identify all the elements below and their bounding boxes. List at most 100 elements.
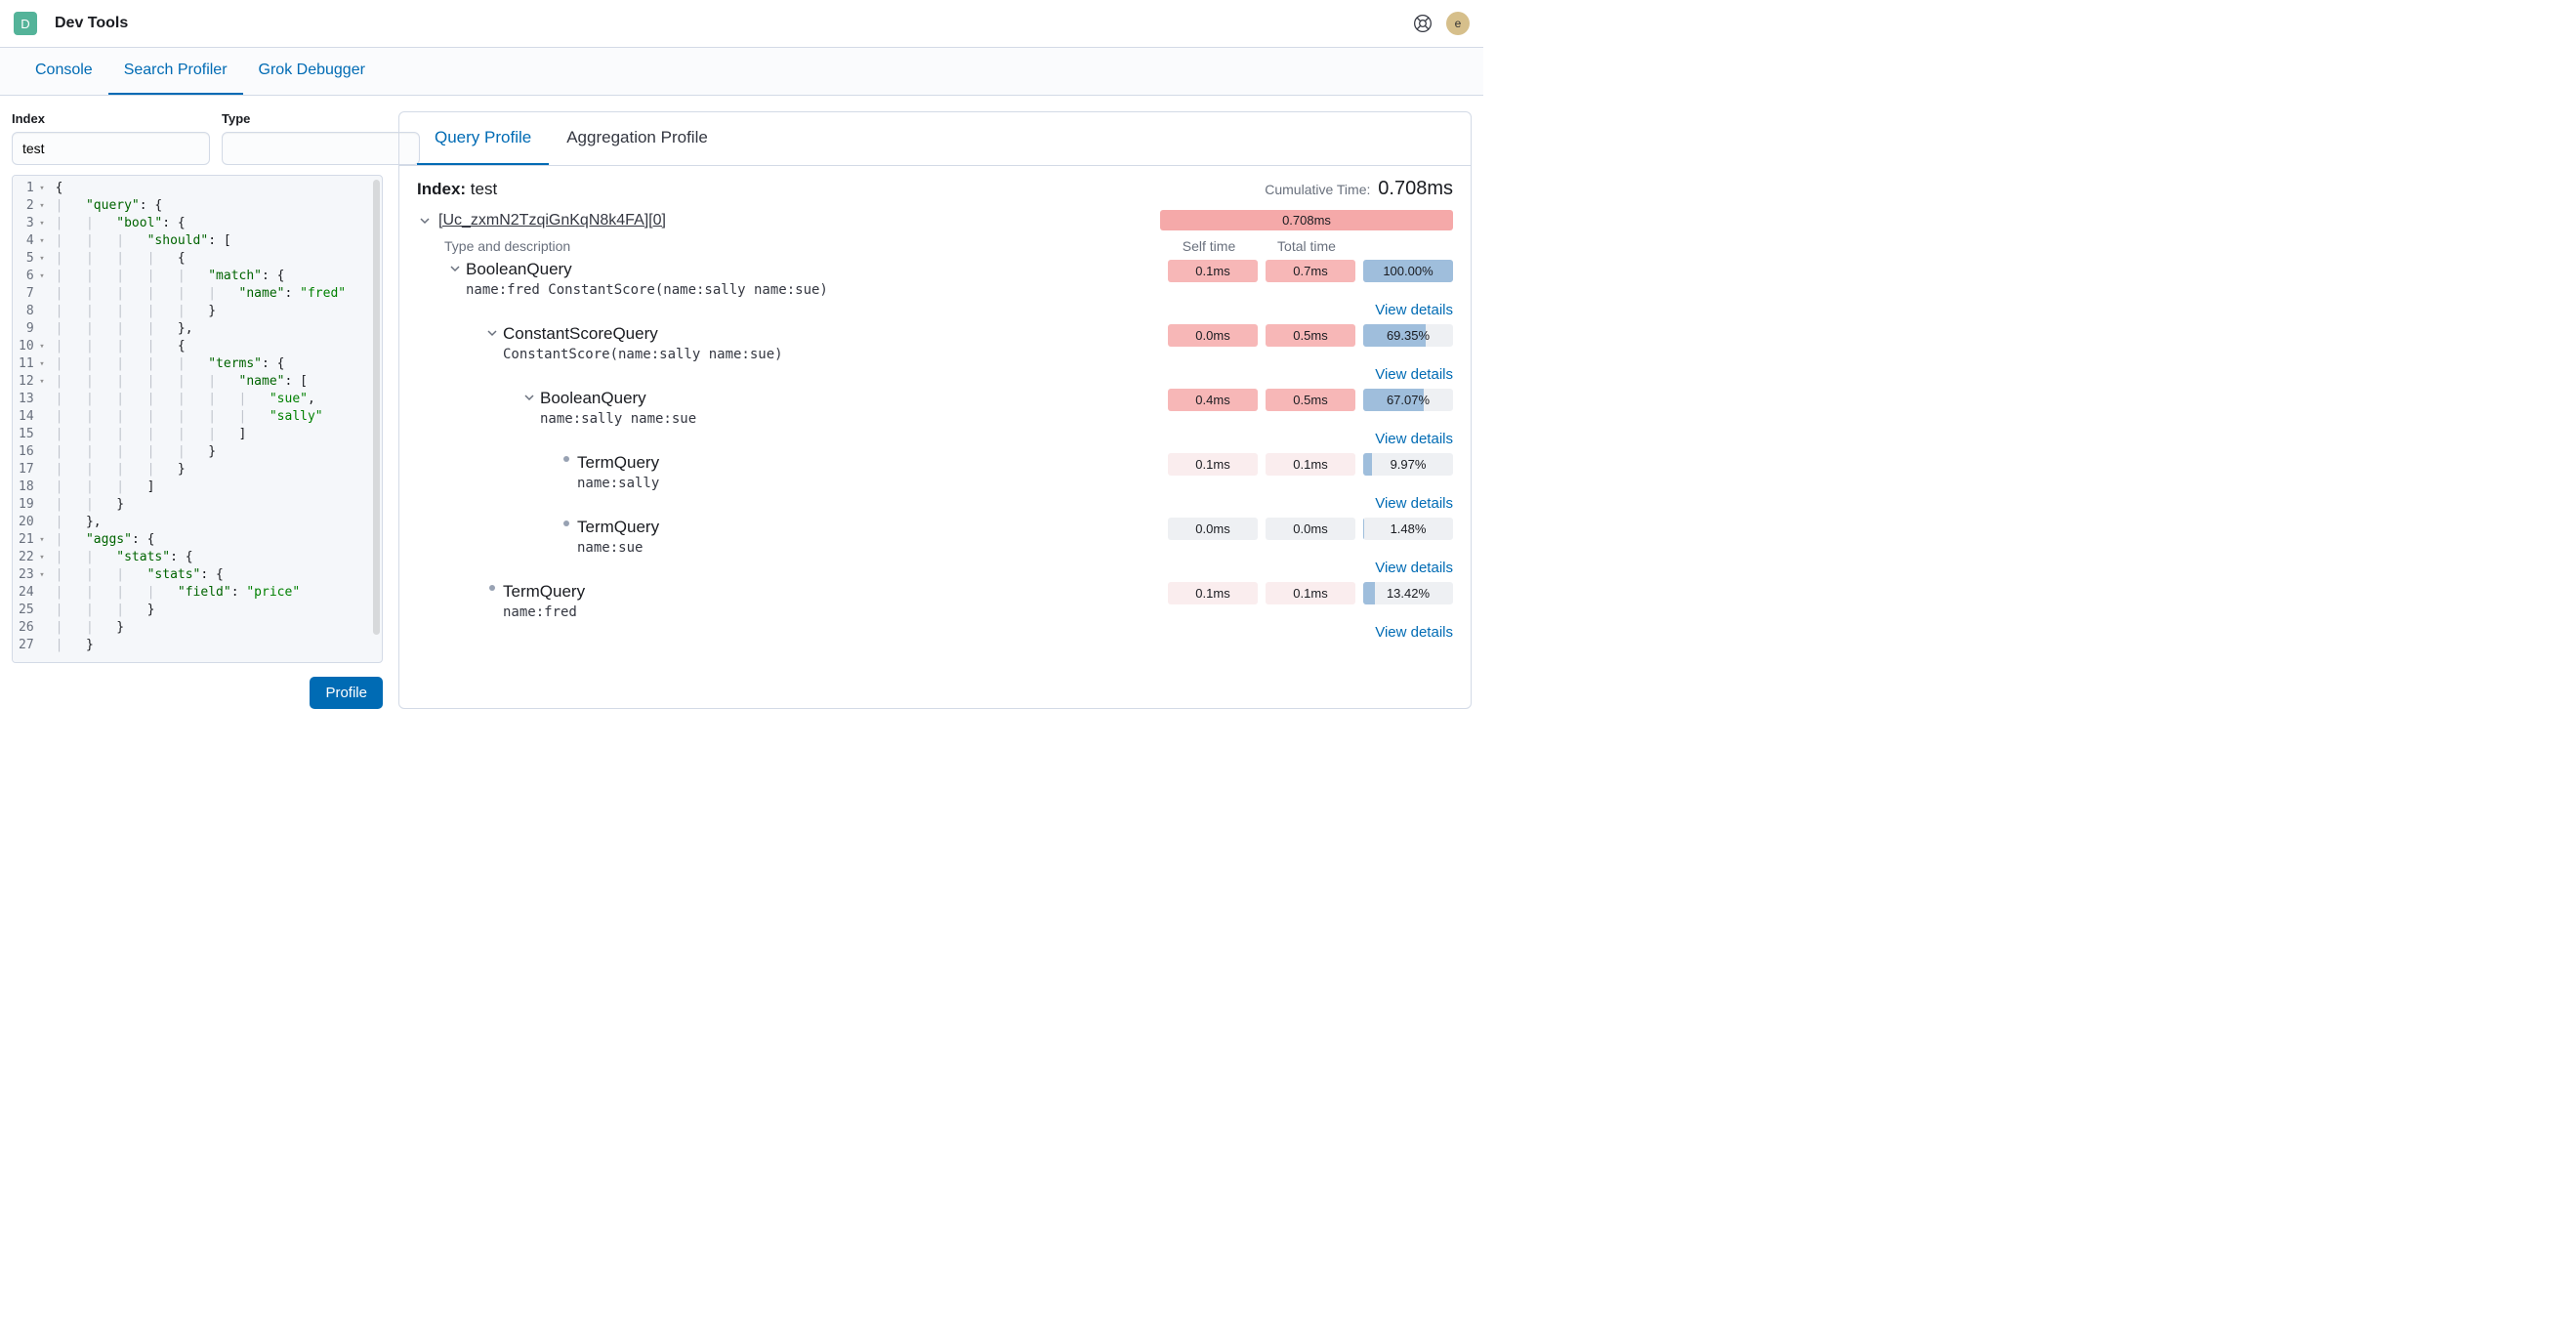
code-line[interactable]: | | | | | | | "sally" bbox=[56, 408, 346, 426]
query-type: BooleanQuery bbox=[466, 260, 1160, 279]
code-line[interactable]: | "query": { bbox=[56, 197, 346, 215]
code-line[interactable]: | | | | | | "name": "fred" bbox=[56, 285, 346, 303]
index-summary-label: Index: bbox=[417, 180, 466, 198]
code-line[interactable]: | | | | { bbox=[56, 338, 346, 355]
chevron-down-icon[interactable] bbox=[417, 213, 433, 229]
gutter-line: 16 bbox=[19, 443, 45, 461]
code-line[interactable]: | | | "stats": { bbox=[56, 566, 346, 584]
chevron-down-icon[interactable] bbox=[481, 324, 503, 339]
query-description: name:fred bbox=[503, 604, 1160, 620]
code-line[interactable]: | | | | { bbox=[56, 250, 346, 268]
header-self-time: Self time bbox=[1160, 238, 1258, 254]
gutter-line: 25 bbox=[19, 602, 45, 619]
chevron-down-icon[interactable] bbox=[444, 260, 466, 274]
self-time-badge: 0.1ms bbox=[1168, 582, 1258, 604]
code-line[interactable]: | | | | | "terms": { bbox=[56, 355, 346, 373]
help-icon[interactable] bbox=[1411, 12, 1434, 35]
code-line[interactable]: | | | "should": [ bbox=[56, 232, 346, 250]
header-total-time: Total time bbox=[1258, 238, 1355, 254]
percentage-badge: 67.07% bbox=[1363, 389, 1453, 411]
tab-query-profile[interactable]: Query Profile bbox=[417, 112, 549, 165]
self-time-badge: 0.4ms bbox=[1168, 389, 1258, 411]
self-time-badge: 0.1ms bbox=[1168, 453, 1258, 476]
cumulative-time-label: Cumulative Time: bbox=[1265, 182, 1370, 197]
query-type: TermQuery bbox=[577, 453, 1160, 473]
code-line[interactable]: | | | | | | ] bbox=[56, 426, 346, 443]
code-line[interactable]: | | | } bbox=[56, 602, 346, 619]
gutter-line: 9 bbox=[19, 320, 45, 338]
view-details-link[interactable]: View details bbox=[1375, 624, 1453, 641]
total-time-badge: 0.0ms bbox=[1266, 518, 1355, 540]
total-time-badge: 0.5ms bbox=[1266, 389, 1355, 411]
query-node: TermQueryname:sally0.1ms0.1ms9.97%View d… bbox=[417, 453, 1453, 512]
tab-aggregation-profile[interactable]: Aggregation Profile bbox=[549, 112, 726, 165]
editor-scrollbar[interactable] bbox=[373, 180, 380, 658]
code-line[interactable]: | | } bbox=[56, 619, 346, 637]
tab-console[interactable]: Console bbox=[20, 48, 108, 95]
view-details-link[interactable]: View details bbox=[1375, 302, 1453, 318]
gutter-line: 21▾ bbox=[19, 531, 45, 549]
gutter-line: 19 bbox=[19, 496, 45, 514]
cumulative-time-value: 0.708ms bbox=[1378, 178, 1453, 199]
query-type: TermQuery bbox=[503, 582, 1160, 602]
gutter-line: 7 bbox=[19, 285, 45, 303]
bullet-icon bbox=[556, 518, 577, 526]
shard-row: [Uc_zxmN2TzqiGnKqN8k4FA][0] 0.708ms bbox=[417, 210, 1453, 230]
query-editor[interactable]: 1▾2▾3▾4▾5▾6▾78910▾11▾12▾1314151617181920… bbox=[12, 175, 383, 663]
code-line[interactable]: | | "stats": { bbox=[56, 549, 346, 566]
summary-row: Index: test Cumulative Time: 0.708ms bbox=[399, 166, 1471, 206]
code-line[interactable]: | | | | "field": "price" bbox=[56, 584, 346, 602]
total-time-badge: 0.1ms bbox=[1266, 582, 1355, 604]
code-line[interactable]: | | | | | "match": { bbox=[56, 268, 346, 285]
code-line[interactable]: | | | | | } bbox=[56, 303, 346, 320]
code-line[interactable]: | | | | | } bbox=[56, 443, 346, 461]
query-node: BooleanQuery name:fred ConstantScore(name… bbox=[417, 260, 1453, 318]
gutter-line: 12▾ bbox=[19, 373, 45, 391]
code-line[interactable]: | "aggs": { bbox=[56, 531, 346, 549]
gutter-line: 27 bbox=[19, 637, 45, 654]
query-type: BooleanQuery bbox=[540, 389, 1160, 408]
shard-link[interactable]: [Uc_zxmN2TzqiGnKqN8k4FA][0] bbox=[438, 212, 666, 229]
code-line[interactable]: | | "bool": { bbox=[56, 215, 346, 232]
code-line[interactable]: | | | | | | | "sue", bbox=[56, 391, 346, 408]
gutter-line: 1▾ bbox=[19, 180, 45, 197]
chevron-down-icon[interactable] bbox=[519, 389, 540, 403]
code-line[interactable]: | | | | }, bbox=[56, 320, 346, 338]
query-description: ConstantScore(name:sally name:sue) bbox=[503, 347, 1160, 362]
percentage-badge: 100.00% bbox=[1363, 260, 1453, 282]
view-details-link[interactable]: View details bbox=[1375, 495, 1453, 512]
query-description: name:fred ConstantScore(name:sally name:… bbox=[466, 282, 1160, 298]
code-line[interactable]: | | | | | | "name": [ bbox=[56, 373, 346, 391]
query-node: BooleanQueryname:sally name:sue0.4ms0.5m… bbox=[417, 389, 1453, 447]
total-time-badge: 0.7ms bbox=[1266, 260, 1355, 282]
view-details-link[interactable]: View details bbox=[1375, 366, 1453, 383]
code-line[interactable]: | | | | } bbox=[56, 461, 346, 479]
code-line[interactable]: | | | ] bbox=[56, 479, 346, 496]
view-details-link[interactable]: View details bbox=[1375, 431, 1453, 447]
code-line[interactable]: | } bbox=[56, 637, 346, 654]
index-input[interactable] bbox=[12, 132, 210, 165]
view-details-link[interactable]: View details bbox=[1375, 560, 1453, 576]
gutter-line: 3▾ bbox=[19, 215, 45, 232]
profile-button[interactable]: Profile bbox=[310, 677, 383, 709]
gutter-line: 24 bbox=[19, 584, 45, 602]
gutter-line: 26 bbox=[19, 619, 45, 637]
code-line[interactable]: | }, bbox=[56, 514, 346, 531]
percentage-badge: 69.35% bbox=[1363, 324, 1453, 347]
gutter-line: 20 bbox=[19, 514, 45, 531]
type-input[interactable] bbox=[222, 132, 420, 165]
code-line[interactable]: | | } bbox=[56, 496, 346, 514]
self-time-badge: 0.0ms bbox=[1168, 518, 1258, 540]
tab-grok-debugger[interactable]: Grok Debugger bbox=[243, 48, 381, 95]
header: D Dev Tools e bbox=[0, 0, 1483, 48]
index-label: Index bbox=[12, 111, 210, 126]
gutter-line: 23▾ bbox=[19, 566, 45, 584]
index-summary-value: test bbox=[471, 180, 497, 198]
avatar[interactable]: e bbox=[1446, 12, 1470, 35]
tab-search-profiler[interactable]: Search Profiler bbox=[108, 48, 243, 95]
code-line[interactable]: { bbox=[56, 180, 346, 197]
query-node: TermQuery name:fred 0.1ms 0.1ms 13.42% View d… bbox=[417, 582, 1453, 641]
percentage-badge: 13.42% bbox=[1363, 582, 1453, 604]
gutter-line: 6▾ bbox=[19, 268, 45, 285]
app-badge: D bbox=[14, 12, 37, 35]
